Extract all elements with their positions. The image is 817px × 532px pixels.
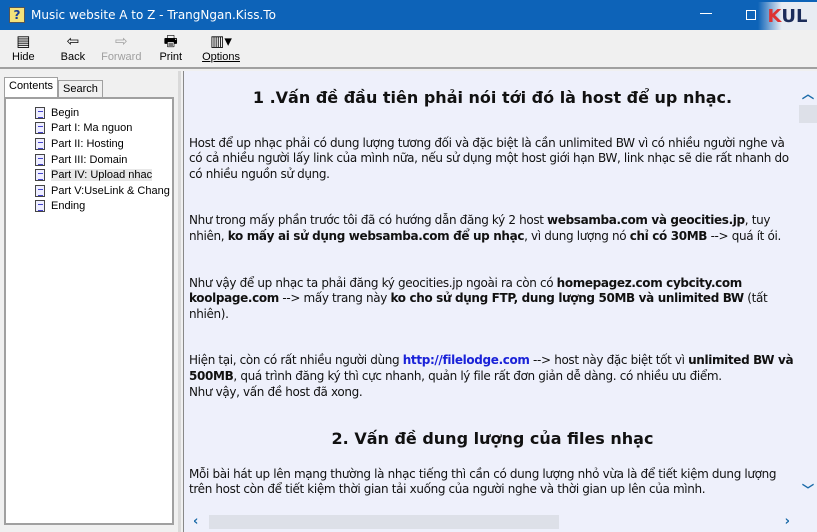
forward-arrow-icon: ⇨ [114,33,128,50]
help-app-icon: ? [9,7,25,23]
scroll-up-icon[interactable]: ︿ [802,85,814,102]
heading-1: 1 .Vấn đề đầu tiên phải nói tới đó là ho… [252,88,733,107]
content-pane: 1 .Vấn đề đầu tiên phải nói tới đó là ho… [183,71,817,532]
tree-item-part-4[interactable]: Part IV: Upload nhac [35,167,172,183]
scroll-thumb[interactable] [799,105,817,123]
options-button[interactable]: ▥▾ Options [202,33,240,67]
tree-item-begin[interactable]: Begin [35,105,172,121]
window-title: Music website A to Z - TrangNgan.Kiss.To [31,8,276,22]
scroll-down-icon[interactable]: ﹀ [802,481,814,498]
paragraph-3: Như vậy để up nhạc ta phải đăng ký geoci… [189,275,768,321]
title-bar: ? Music website A to Z - TrangNgan.Kiss.… [0,0,817,30]
tab-search[interactable]: Search [58,80,103,98]
paragraph-1: Host để up nhạc phải có dung lượng tương… [189,135,789,181]
kul-logo: K UL [758,2,817,30]
page-icon [35,122,45,135]
horizontal-scrollbar[interactable]: ‹ › [189,514,794,530]
page-icon [35,106,45,119]
scroll-left-icon[interactable]: ‹ [193,514,198,529]
scroll-right-icon[interactable]: › [785,514,790,529]
filelodge-link[interactable]: http://filelodge.com [403,353,530,367]
tree-item-part-5[interactable]: Part V:UseLink & Chang [35,183,172,199]
page-icon [35,184,45,197]
minimize-button[interactable] [700,13,712,14]
forward-button[interactable]: ⇨ Forward [101,33,141,67]
printer-icon: 🖶 [163,33,178,50]
page-icon [35,200,45,213]
topic-content: 1 .Vấn đề đầu tiên phải nói tới đó là ho… [189,71,796,515]
horizontal-scroll-thumb[interactable] [209,515,559,529]
contents-tree: Begin Part I: Ma nguon Part II: Hosting … [4,97,174,525]
paragraph-4: Hiện tại, còn có rất nhiều người dùng ht… [189,353,794,399]
print-button[interactable]: 🖶 Print [159,33,182,67]
page-icon [35,137,45,150]
toolbar: ▤ Hide ⇦ Back ⇨ Forward 🖶 Print ▥▾ Options [0,30,817,69]
tree-item-part-2[interactable]: Part II: Hosting [35,136,172,152]
heading-2: 2. Vấn đề dung lượng của files nhạc [331,429,654,449]
tree-item-part-3[interactable]: Part III: Domain [35,152,172,168]
back-arrow-icon: ⇦ [66,33,80,50]
navigation-pane: Contents Search Begin Part I: Ma nguon P… [0,71,181,532]
options-icon: ▥▾ [210,33,232,50]
tree-item-ending[interactable]: Ending [35,199,172,215]
paragraph-5: Mỗi bài hát up lên mạng thường là nhạc t… [189,466,777,497]
paragraph-2: Như trong mấy phần trước tôi đã có hướng… [189,213,781,243]
vertical-scrollbar[interactable]: ︿ ﹀ [799,71,817,515]
page-icon [35,169,45,182]
hide-pane-icon: ▤ [16,33,31,50]
hide-button[interactable]: ▤ Hide [12,33,35,67]
tree-item-part-1[interactable]: Part I: Ma nguon [35,121,172,137]
tab-contents[interactable]: Contents [4,77,59,98]
page-icon [35,153,45,166]
maximize-button[interactable] [746,10,756,20]
back-button[interactable]: ⇦ Back [61,33,85,67]
